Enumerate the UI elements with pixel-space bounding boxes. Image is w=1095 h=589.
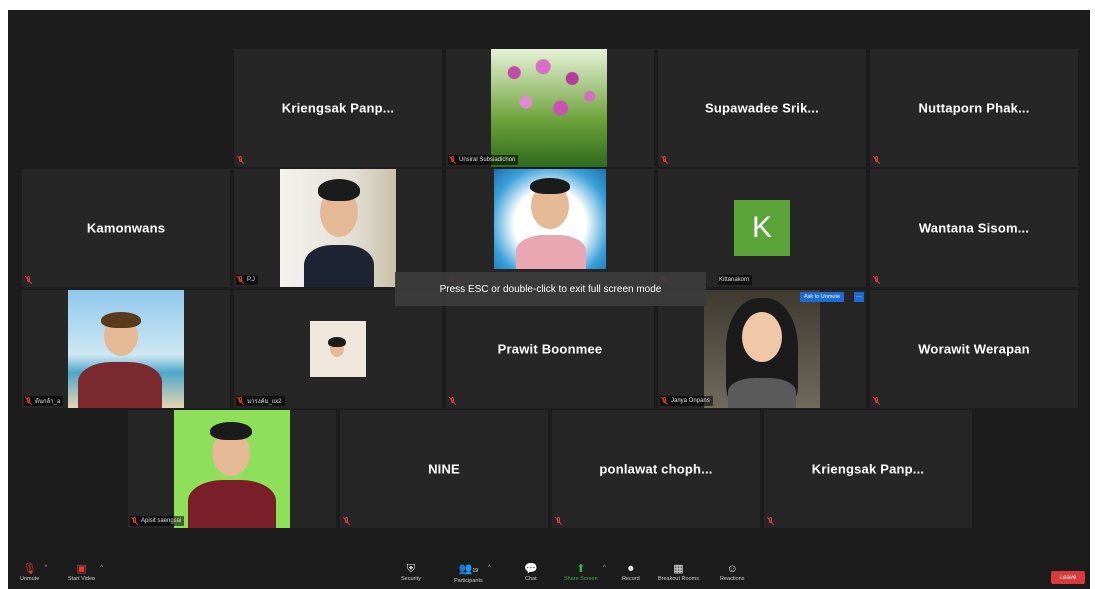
- mic-muted-icon: [25, 276, 32, 284]
- participant-video: [174, 410, 290, 528]
- mic-muted-icon: [25, 397, 32, 405]
- chevron-up-icon[interactable]: ^: [100, 565, 103, 571]
- mic-muted-icon: [237, 276, 244, 284]
- unmute-button[interactable]: 🎙 Unmute ^: [20, 563, 47, 582]
- meeting-toolbar: 🎙 Unmute ^ ▣ Start Video ^ ⛨ Security 👥1…: [8, 559, 1090, 589]
- leave-button[interactable]: Leave: [1051, 571, 1085, 584]
- participant-tile[interactable]: Worawit Werapan: [870, 290, 1078, 408]
- participant-label: Janya Onpans: [660, 396, 713, 406]
- mic-muted-icon: 🎙: [22, 563, 37, 575]
- participant-tile[interactable]: Nuttaporn Phak...: [870, 49, 1078, 167]
- participant-tile[interactable]: Ask to Unmute ··· Janya Onpans: [658, 290, 866, 408]
- participant-label: [872, 155, 883, 165]
- participant-label: [554, 516, 565, 526]
- participants-button[interactable]: 👥19 Participants ^: [454, 563, 491, 584]
- participant-label: P.J: [236, 275, 258, 285]
- exit-fullscreen-toast: Press ESC or double-click to exit full s…: [395, 272, 706, 306]
- breakout-rooms-button[interactable]: ▦ Breakout Rooms: [658, 563, 699, 582]
- mic-muted-icon: [661, 156, 668, 164]
- mic-muted-icon: [343, 517, 350, 525]
- participant-label: [660, 155, 671, 165]
- participant-tile[interactable]: NINE: [340, 410, 548, 528]
- participant-tile[interactable]: Prawit Boonmee: [446, 290, 654, 408]
- participant-tile[interactable]: ต้นกล้า_a: [22, 290, 230, 408]
- participant-video: [310, 321, 366, 377]
- breakout-rooms-icon: ▦: [673, 563, 684, 575]
- participant-label: [872, 275, 883, 285]
- shield-icon: ⛨: [406, 563, 416, 575]
- participant-name: Prawit Boonmee: [497, 341, 603, 357]
- record-icon: ⏺: [628, 563, 634, 575]
- participant-label: [24, 275, 35, 285]
- chevron-up-icon[interactable]: ^: [44, 565, 47, 571]
- participant-tile[interactable]: [18, 45, 226, 163]
- participant-label: Unsiral Subsiadichon: [448, 155, 519, 165]
- participant-name: Nuttaporn Phak...: [918, 100, 1030, 116]
- mic-muted-icon: [449, 156, 456, 164]
- ask-to-unmute-button[interactable]: Ask to Unmute: [800, 292, 845, 302]
- mic-muted-icon: [131, 517, 138, 525]
- participant-label: [236, 155, 247, 165]
- participant-tile[interactable]: Unsiral Subsiadichon: [446, 49, 654, 167]
- participant-video: [491, 49, 607, 167]
- reactions-icon: ☺: [726, 563, 738, 575]
- share-screen-icon: ⬆: [576, 563, 586, 575]
- mic-muted-icon: [873, 397, 880, 405]
- security-button[interactable]: ⛨ Security: [401, 563, 421, 582]
- participant-name: Kriengsak Panp...: [811, 461, 925, 477]
- video-off-icon: ▣: [76, 563, 87, 575]
- participant-video: [68, 290, 184, 408]
- participants-icon: 👥19: [458, 563, 478, 575]
- participant-label: [342, 516, 353, 526]
- mic-muted-icon: [661, 397, 668, 405]
- participant-tile[interactable]: Apisit saengsai: [128, 410, 336, 528]
- participant-label: ต้นกล้า_a: [24, 396, 64, 406]
- mic-muted-icon: [449, 397, 456, 405]
- participant-avatar: K: [734, 200, 790, 256]
- chevron-up-icon[interactable]: ^: [488, 565, 491, 571]
- participant-name: NINE: [428, 461, 460, 477]
- more-options-button[interactable]: ···: [854, 292, 864, 302]
- chat-icon: 💬: [524, 563, 538, 575]
- reactions-button[interactable]: ☺ Reactions: [720, 563, 744, 582]
- participant-tile[interactable]: [446, 169, 654, 287]
- chevron-up-icon[interactable]: ^: [603, 565, 606, 571]
- record-button[interactable]: ⏺ Record: [622, 563, 640, 582]
- participant-video: [280, 169, 396, 287]
- participant-tile[interactable]: Kriengsak Panp...: [764, 410, 972, 528]
- participant-tile[interactable]: Wantana Sisom...: [870, 169, 1078, 287]
- chat-button[interactable]: 💬 Chat: [524, 563, 538, 582]
- mic-muted-icon: [873, 156, 880, 164]
- participant-tile[interactable]: P.J: [234, 169, 442, 287]
- participant-name: Supawadee Srik...: [705, 100, 819, 116]
- participant-tile[interactable]: Kamonwans: [22, 169, 230, 287]
- participant-label: Kittanakorn: [718, 275, 753, 285]
- participant-tile[interactable]: Kriengsak Panp...: [234, 49, 442, 167]
- participant-name: Worawit Werapan: [918, 341, 1030, 357]
- share-screen-button[interactable]: ⬆ Share Screen ^: [564, 563, 606, 582]
- zoom-fullscreen-window: Kriengsak Panp... Unsiral Subsiadichon S…: [8, 10, 1090, 589]
- mic-muted-icon: [873, 276, 880, 284]
- mic-muted-icon: [555, 517, 562, 525]
- participant-video: [704, 290, 820, 408]
- participant-name: Kamonwans: [86, 220, 166, 236]
- participant-name: ponlawat choph...: [599, 461, 713, 477]
- participant-label: [448, 396, 459, 406]
- mic-muted-icon: [237, 156, 244, 164]
- start-video-button[interactable]: ▣ Start Video ^: [68, 563, 103, 582]
- participant-label: Apisit saengsai: [130, 516, 185, 526]
- participant-name: Kriengsak Panp...: [281, 100, 395, 116]
- participant-label: [872, 396, 883, 406]
- participant-tile[interactable]: ponlawat choph...: [552, 410, 760, 528]
- participant-tile[interactable]: K Kittanakorn: [658, 169, 866, 287]
- participant-name: Wantana Sisom...: [918, 220, 1030, 236]
- mic-muted-icon: [767, 517, 774, 525]
- participant-label: นารงค์ม_ux2: [236, 396, 285, 406]
- mic-muted-icon: [237, 397, 244, 405]
- participant-label: [766, 516, 777, 526]
- participant-video: [494, 169, 606, 269]
- participant-tile[interactable]: นารงค์ม_ux2: [234, 290, 442, 408]
- participant-tile[interactable]: Supawadee Srik...: [658, 49, 866, 167]
